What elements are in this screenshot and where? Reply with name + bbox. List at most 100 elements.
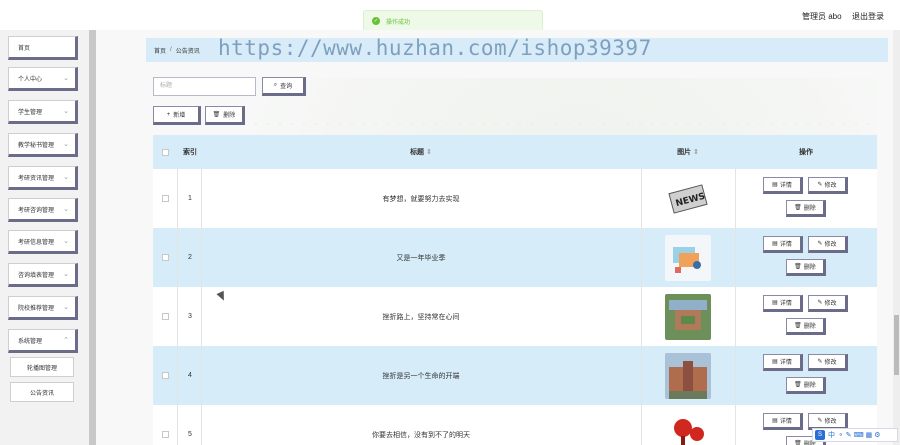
table-row: 5 你要去相信，没有到不了的明天 ▤ 详情 ✎ 修改 🗑 删除: [153, 405, 877, 445]
sidebar-item-consult-form[interactable]: 咨询填表管理 ⌄: [8, 263, 78, 287]
row-index: 4: [188, 372, 192, 379]
title-search-input[interactable]: 标题: [153, 77, 256, 96]
sidebar-item-label: 考研资讯管理: [18, 175, 55, 182]
watermark-text: https://www.huzhan.com/ishop39397: [218, 36, 652, 60]
edit-button-label: 修改: [824, 301, 837, 307]
sidebar-subitem-label: 公告资讯: [29, 390, 54, 397]
select-all-checkbox[interactable]: [161, 148, 169, 156]
detail-icon: ▤: [772, 182, 778, 188]
batch-delete-button[interactable]: 🗑 删除: [205, 106, 245, 125]
detail-button[interactable]: ▤ 详情: [763, 236, 803, 253]
row-checkbox[interactable]: [161, 313, 169, 320]
sidebar-item-system[interactable]: 系统管理 ⌃: [8, 329, 78, 353]
edit-button-label: 修改: [824, 183, 837, 189]
row-index: 3: [188, 313, 192, 320]
sidebar-item-label: 个人中心: [18, 76, 43, 83]
delete-button-label: 删除: [223, 113, 236, 119]
sidebar-item-exam-info[interactable]: 考研信息管理 ⌄: [8, 230, 78, 254]
sidebar-item-label: 考研咨询管理: [18, 207, 55, 214]
row-checkbox[interactable]: [161, 431, 169, 438]
sidebar-scrollbar[interactable]: [89, 30, 96, 445]
sidebar-item-exam-consult[interactable]: 考研咨询管理 ⌄: [8, 198, 78, 222]
sidebar-item-secretaries[interactable]: 教学秘书管理 ⌄: [8, 133, 78, 157]
ime-toolbar[interactable]: S 中 ⚬ ✎ ⌨ ▦ ⚙: [812, 428, 898, 442]
detail-button[interactable]: ▤ 详情: [763, 177, 803, 194]
sidebar-item-personal-center[interactable]: 个人中心 ⌄: [8, 67, 78, 91]
edit-button[interactable]: ✎ 修改: [808, 295, 848, 312]
sidebar: 首页 个人中心 ⌄ 学生管理 ⌄ 教学秘书管理 ⌄ 考研资讯管理 ⌄ 考研咨询管理 ⌄ 考…: [0, 30, 96, 445]
detail-icon: ▤: [772, 359, 778, 365]
detail-button-label: 详情: [779, 242, 792, 248]
red-microphone-thumbnail[interactable]: [665, 411, 711, 445]
sidebar-item-label: 咨询填表管理: [18, 272, 55, 279]
row-delete-button[interactable]: 🗑 删除: [786, 318, 826, 335]
admin-label: 管理员 abo: [802, 12, 842, 21]
row-index: 1: [188, 195, 192, 202]
campus-aerial-thumbnail[interactable]: [665, 293, 711, 340]
search-button[interactable]: ⌕ 查询: [262, 77, 306, 96]
edit-button[interactable]: ✎ 修改: [808, 354, 848, 371]
row-title: 挫折路上，坚持常在心间: [382, 313, 460, 321]
row-delete-button[interactable]: 🗑 删除: [786, 377, 826, 394]
success-toast: ✓ 操作成功: [363, 10, 543, 32]
sidebar-item-school-recommend[interactable]: 院校推荐管理 ⌄: [8, 296, 78, 320]
row-delete-button-label: 删除: [803, 383, 816, 389]
scrollbar-thumb[interactable]: [894, 315, 899, 375]
chevron-down-icon: ⌄: [63, 141, 69, 148]
chevron-down-icon: ⌄: [63, 75, 69, 82]
breadcrumb-separator: /: [170, 47, 172, 53]
logout-link[interactable]: 退出登录: [852, 11, 884, 22]
header-image[interactable]: 图片 ⇕: [641, 135, 735, 169]
row-checkbox[interactable]: [161, 195, 169, 202]
row-title: 你要去相信，没有到不了的明天: [372, 431, 470, 439]
detail-button-label: 详情: [779, 419, 792, 425]
top-bar: ✓ 操作成功 管理员 abo 退出登录: [0, 0, 900, 32]
row-title: 有梦想，就要努力去实现: [382, 195, 460, 203]
row-delete-button-label: 删除: [803, 265, 816, 271]
sidebar-subitem-carousel[interactable]: 轮播图管理: [10, 357, 74, 377]
ime-tools-icon: ⚬ ✎ ⌨ ▦ ⚙: [838, 432, 881, 439]
page-scrollbar[interactable]: [893, 30, 900, 445]
row-index: 5: [188, 431, 192, 438]
detail-button[interactable]: ▤ 详情: [763, 295, 803, 312]
edit-icon: ✎: [817, 182, 823, 188]
sidebar-item-students[interactable]: 学生管理 ⌄: [8, 100, 78, 124]
edit-icon: ✎: [817, 241, 823, 247]
header-title-label: 标题: [410, 149, 425, 156]
detail-icon: ▤: [772, 241, 778, 247]
add-button[interactable]: + 新增: [153, 106, 201, 125]
chevron-down-icon: ⌄: [63, 304, 69, 311]
detail-icon: ▤: [772, 418, 778, 424]
sidebar-item-label: 教学秘书管理: [18, 142, 55, 149]
sidebar-item-home[interactable]: 首页: [8, 36, 78, 60]
chevron-down-icon: ⌄: [63, 108, 69, 115]
sort-icon: ⇕: [693, 149, 699, 156]
check-circle-icon: ✓: [372, 17, 380, 25]
edit-button-label: 修改: [824, 360, 837, 366]
detail-button-label: 详情: [779, 360, 792, 366]
decorative-dots: [250, 122, 870, 126]
news-paper-thumbnail[interactable]: NEWS: [665, 175, 711, 222]
row-delete-button[interactable]: 🗑 删除: [786, 259, 826, 276]
edit-button[interactable]: ✎ 修改: [808, 236, 848, 253]
sidebar-subitem-announcements[interactable]: 公告资讯: [10, 382, 74, 402]
chevron-down-icon: ⌄: [63, 238, 69, 245]
toast-text: 操作成功: [386, 19, 411, 26]
detail-button-label: 详情: [779, 183, 792, 189]
campus-building-thumbnail[interactable]: [665, 352, 711, 399]
detail-button[interactable]: ▤ 详情: [763, 354, 803, 371]
row-checkbox[interactable]: [161, 372, 169, 379]
detail-button[interactable]: ▤ 详情: [763, 413, 803, 430]
sidebar-item-exam-news[interactable]: 考研资讯管理 ⌄: [8, 166, 78, 190]
sidebar-item-label: 院校推荐管理: [18, 305, 55, 312]
sidebar-item-label: 首页: [18, 45, 31, 52]
row-checkbox[interactable]: [161, 254, 169, 261]
edit-button[interactable]: ✎ 修改: [808, 177, 848, 194]
edit-icon: ✎: [817, 418, 823, 424]
graduation-illustration-thumbnail[interactable]: [665, 234, 711, 281]
header-title[interactable]: 标题 ⇕: [201, 135, 641, 169]
row-delete-button[interactable]: 🗑 删除: [786, 200, 826, 217]
table-row: 2 又是一年毕业季 ▤ 详情 ✎ 修改 🗑 删除: [153, 228, 877, 287]
breadcrumb-home[interactable]: 首页: [154, 46, 166, 55]
chevron-down-icon: ⌄: [63, 206, 69, 213]
